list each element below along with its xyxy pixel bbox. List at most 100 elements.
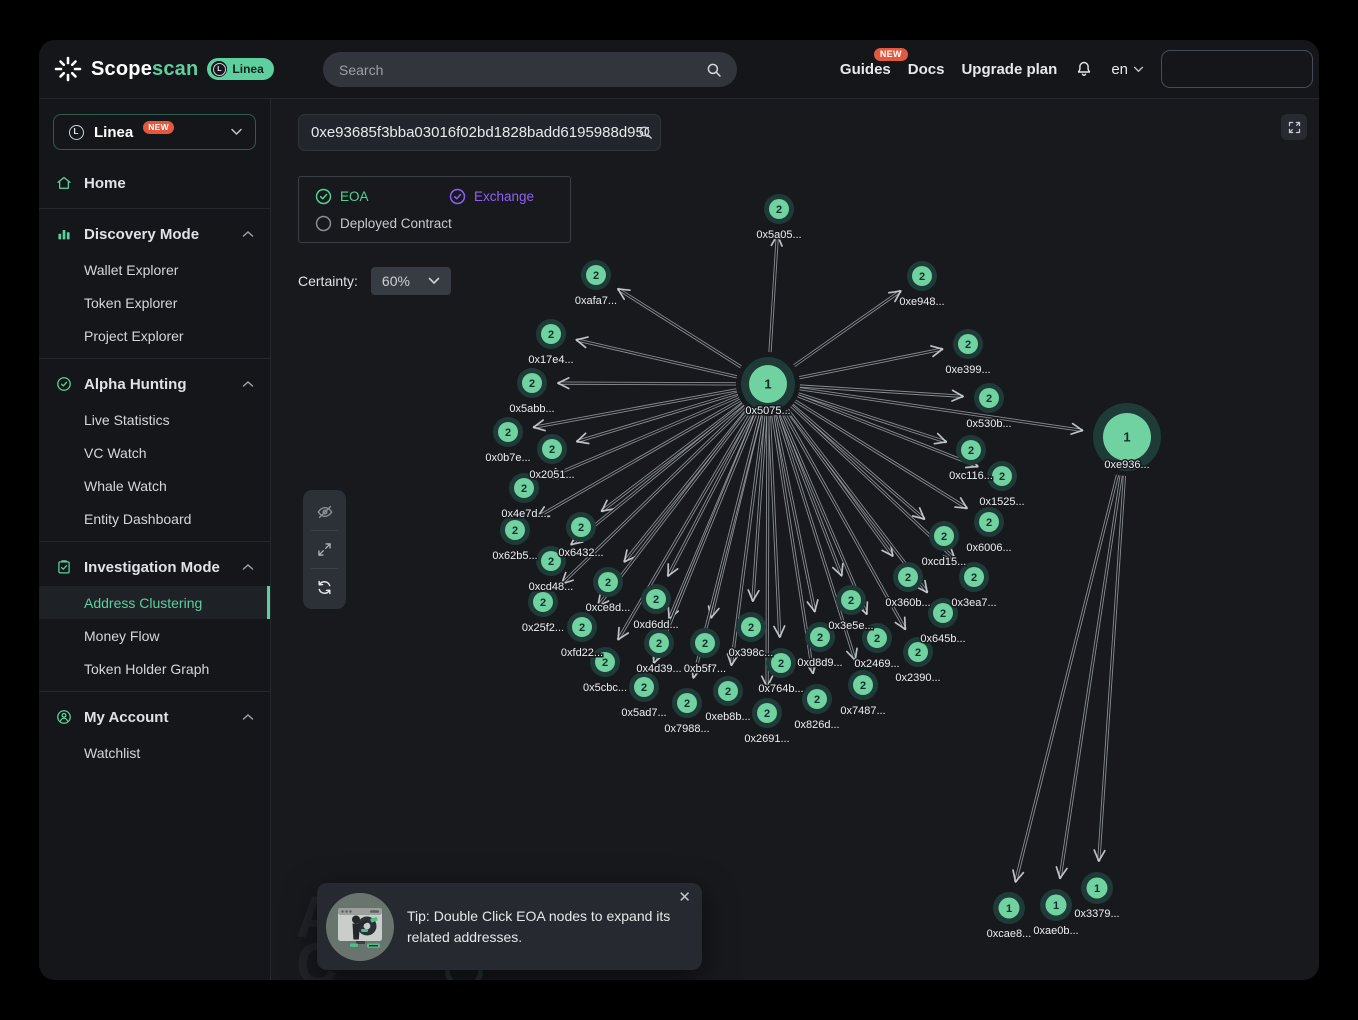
chevron-down-icon — [428, 277, 440, 285]
hide-labels-button[interactable] — [303, 493, 346, 530]
node-count-label: 2 — [778, 658, 784, 670]
node-address-label: 0x4e7d... — [501, 508, 546, 520]
sidebar-item-home[interactable]: Home — [39, 164, 270, 202]
bell-icon — [1074, 59, 1094, 79]
network-selector[interactable]: L Linea NEW — [53, 114, 256, 150]
graph-node[interactable]: 2 — [567, 612, 597, 642]
graph-node[interactable]: 2 — [929, 521, 959, 551]
tip-illustration — [326, 893, 394, 961]
sidebar-divider — [39, 358, 270, 359]
graph-node[interactable]: 2 — [802, 684, 832, 714]
sidebar-item-address-clustering[interactable]: Address Clustering — [39, 586, 270, 619]
graph-node[interactable]: 1 — [1081, 872, 1113, 904]
graph-node[interactable]: 2 — [537, 434, 567, 464]
graph-node[interactable]: 2 — [907, 261, 937, 291]
graph-node[interactable]: 2 — [629, 672, 659, 702]
node-address-label: 0x2390... — [895, 672, 940, 684]
graph-node[interactable]: 2 — [848, 670, 878, 700]
node-count-label: 2 — [919, 271, 925, 283]
sidebar-item-project-explorer[interactable]: Project Explorer — [39, 319, 270, 352]
address-search-box[interactable] — [298, 114, 661, 151]
sidebar-item-token-holder-graph[interactable]: Token Holder Graph — [39, 652, 270, 685]
graph-node[interactable]: 2 — [752, 698, 782, 728]
graph-node[interactable]: 2 — [644, 628, 674, 658]
wallet-connect-button[interactable] — [1161, 50, 1313, 88]
notifications-button[interactable] — [1074, 59, 1094, 79]
graph-node[interactable]: 2 — [974, 383, 1004, 413]
graph-node[interactable]: 1 — [741, 357, 795, 411]
brand[interactable]: Scopescan L Linea — [54, 40, 274, 98]
certainty-dropdown[interactable]: 60% — [371, 267, 451, 295]
node-count-label: 2 — [512, 525, 518, 537]
graph-toolbar — [303, 490, 346, 609]
cluster-canvas: 1122222222222222222222222222222222222222… — [270, 98, 1319, 980]
graph-node[interactable]: 2 — [493, 417, 523, 447]
graph-node[interactable]: 2 — [836, 585, 866, 615]
address-input[interactable] — [309, 123, 651, 142]
sidebar-item-vc-watch[interactable]: VC Watch — [39, 436, 270, 469]
node-address-label: 0x1525... — [979, 496, 1024, 508]
node-address-label: 0xe399... — [945, 364, 990, 376]
node-count-label: 2 — [505, 427, 511, 439]
global-search-input[interactable] — [337, 61, 697, 79]
filter-exchange[interactable]: Exchange — [449, 188, 534, 205]
search-icon — [705, 61, 723, 79]
graph-node[interactable]: 2 — [672, 688, 702, 718]
filter-deployed-contract[interactable]: Deployed Contract — [315, 215, 452, 232]
graph-node[interactable]: 2 — [690, 628, 720, 658]
graph-node[interactable]: 2 — [736, 612, 766, 642]
filter-eoa[interactable]: EOA — [315, 188, 449, 205]
nav-guides[interactable]: NEW Guides — [840, 61, 891, 78]
network-badge: L Linea — [207, 58, 273, 80]
expand-graph-button[interactable] — [303, 531, 346, 568]
sidebar-item-watchlist[interactable]: Watchlist — [39, 736, 270, 769]
global-search[interactable] — [323, 52, 737, 87]
search-icon — [637, 124, 654, 141]
node-count-label: 2 — [521, 483, 527, 495]
refresh-layout-button[interactable] — [303, 569, 346, 606]
graph-node[interactable]: 2 — [713, 676, 743, 706]
sidebar-section-discovery-mode[interactable]: Discovery Mode — [39, 215, 270, 253]
graph-node[interactable]: 2 — [764, 194, 794, 224]
sidebar-item-money-flow[interactable]: Money Flow — [39, 619, 270, 652]
node-address-label: 0xcd48... — [529, 581, 574, 593]
node-count-label: 2 — [725, 686, 731, 698]
sidebar-item-wallet-explorer[interactable]: Wallet Explorer — [39, 253, 270, 286]
sidebar-item-whale-watch[interactable]: Whale Watch — [39, 469, 270, 502]
graph-node[interactable]: 2 — [641, 584, 671, 614]
fullscreen-button[interactable] — [1281, 114, 1307, 140]
unchecked-circle-icon — [315, 215, 332, 232]
graph-node[interactable]: 2 — [566, 512, 596, 542]
graph-node[interactable]: 1 — [993, 892, 1025, 924]
app-window: Scopescan L Linea NEW Guides Docs Upgrad… — [39, 40, 1319, 980]
graph-node[interactable]: 2 — [581, 260, 611, 290]
graph-node[interactable]: 1 — [1040, 889, 1072, 921]
tip-toast: Tip: Double Click EOA nodes to expand it… — [317, 883, 702, 970]
graph-node[interactable]: 2 — [536, 319, 566, 349]
close-icon[interactable]: ✕ — [678, 890, 691, 905]
graph-node[interactable]: 2 — [893, 562, 923, 592]
graph-node[interactable]: 2 — [517, 368, 547, 398]
node-count-label: 2 — [578, 522, 584, 534]
nav-docs[interactable]: Docs — [908, 61, 945, 78]
sidebar-item-token-explorer[interactable]: Token Explorer — [39, 286, 270, 319]
nav-upgrade-plan[interactable]: Upgrade plan — [961, 61, 1057, 78]
chevron-up-icon — [242, 563, 254, 571]
node-count-label: 2 — [814, 694, 820, 706]
node-count-label: 2 — [848, 595, 854, 607]
chevron-up-icon — [242, 380, 254, 388]
graph-node[interactable]: 2 — [953, 329, 983, 359]
top-header: Scopescan L Linea NEW Guides Docs Upgrad… — [39, 40, 1319, 99]
graph-node[interactable]: 2 — [593, 567, 623, 597]
sidebar-section-my-account[interactable]: My Account — [39, 698, 270, 736]
node-count-label: 2 — [874, 633, 880, 645]
target-icon — [55, 375, 73, 393]
node-address-label: 0xd8d9... — [797, 657, 842, 669]
sidebar-item-entity-dashboard[interactable]: Entity Dashboard — [39, 502, 270, 535]
sidebar-item-live-statistics[interactable]: Live Statistics — [39, 403, 270, 436]
graph-node[interactable]: 2 — [974, 507, 1004, 537]
sidebar-section-alpha-hunting[interactable]: Alpha Hunting — [39, 365, 270, 403]
sidebar-section-investigation-mode[interactable]: Investigation Mode — [39, 548, 270, 586]
graph-node[interactable]: 2 — [956, 435, 986, 465]
language-selector[interactable]: en — [1111, 61, 1144, 78]
